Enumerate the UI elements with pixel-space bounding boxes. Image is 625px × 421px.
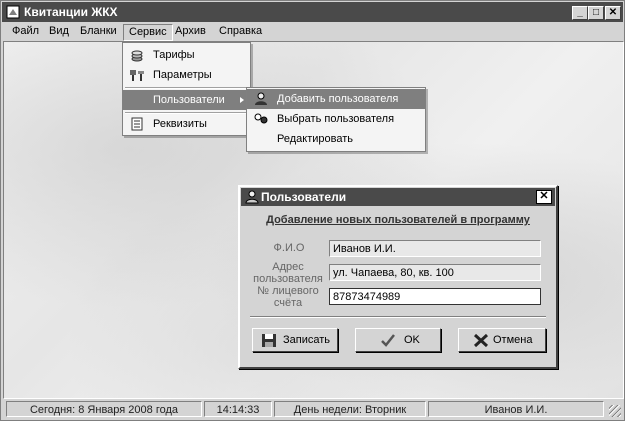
menu-view[interactable]: Вид	[47, 25, 71, 37]
main-window: Квитанции ЖКХ _ □ ✕ Файл Вид Бланки Серв…	[0, 0, 625, 421]
ok-button-label: OK	[404, 334, 420, 346]
menu-item-label: Добавить пользователя	[277, 93, 399, 105]
menu-item-add-user[interactable]: Добавить пользователя	[247, 89, 425, 109]
app-icon	[6, 5, 20, 19]
dialog-separator	[250, 316, 546, 318]
menu-item-label: Реквизиты	[153, 118, 207, 130]
menu-item-label: Выбрать пользователя	[277, 113, 395, 125]
menu-archive[interactable]: Архив	[173, 25, 208, 37]
menu-item-requisites[interactable]: Реквизиты	[123, 114, 250, 134]
ok-button[interactable]: OK	[355, 328, 441, 352]
users-dialog: Пользователи ✕ Добавление новых пользова…	[238, 185, 558, 369]
menu-forms[interactable]: Бланки	[78, 25, 119, 37]
coins-icon	[131, 50, 143, 62]
submenu-arrow-icon	[240, 97, 244, 103]
status-time: 14:14:33	[204, 401, 272, 417]
menu-file[interactable]: Файл	[10, 25, 41, 37]
minimize-button[interactable]: _	[572, 6, 588, 20]
save-button[interactable]: Записать	[252, 328, 338, 352]
menu-item-users[interactable]: Пользователи	[123, 90, 250, 110]
fio-label: Ф.И.О	[273, 242, 305, 254]
menu-item-edit[interactable]: Редактировать	[247, 129, 425, 149]
service-menu: Тарифы Параметры Пользователи Реквизиты	[122, 42, 251, 136]
cancel-button-label: Отмена	[493, 334, 533, 346]
menu-help[interactable]: Справка	[217, 25, 264, 37]
cross-icon	[473, 333, 489, 348]
menu-item-label: Параметры	[153, 69, 212, 81]
account-label: № лицевого счёта	[257, 285, 319, 309]
fio-field[interactable]: Иванов И.И.	[329, 240, 541, 257]
status-bar: Сегодня: 8 Января 2008 года 14:14:33 Ден…	[2, 399, 623, 419]
window-title: Квитанции ЖКХ	[24, 5, 118, 19]
menu-item-label: Тарифы	[153, 49, 195, 61]
dialog-close-button[interactable]: ✕	[536, 190, 552, 204]
users-submenu: Добавить пользователя Выбрать пользовате…	[246, 87, 426, 152]
menu-item-parameters[interactable]: Параметры	[123, 65, 250, 85]
close-button[interactable]: ✕	[605, 6, 621, 20]
address-field[interactable]: ул. Чапаева, 80, кв. 100	[329, 264, 541, 281]
cancel-button[interactable]: Отмена	[458, 328, 546, 352]
menu-separator	[125, 87, 248, 89]
menu-bar: Файл Вид Бланки Сервис Архив Справка	[2, 23, 623, 41]
menu-item-tariffs[interactable]: Тарифы	[123, 45, 250, 65]
dialog-title-bar[interactable]: Пользователи ✕	[241, 188, 555, 206]
dialog-heading: Добавление новых пользователей в програм…	[266, 214, 530, 226]
resize-grip[interactable]	[609, 405, 621, 417]
menu-service[interactable]: Сервис	[123, 24, 173, 41]
user-icon	[245, 190, 259, 204]
menu-item-select-user[interactable]: Выбрать пользователя	[247, 109, 425, 129]
tools-icon	[130, 70, 144, 81]
status-weekday: День недели: Вторник	[274, 401, 426, 417]
add-user-icon	[255, 92, 267, 105]
status-date: Сегодня: 8 Января 2008 года	[6, 401, 202, 417]
checkmark-icon	[381, 334, 395, 347]
status-user: Иванов И.И.	[428, 401, 604, 417]
menu-item-label: Редактировать	[277, 133, 353, 145]
title-bar[interactable]: Квитанции ЖКХ _ □ ✕	[2, 2, 623, 22]
menu-item-label: Пользователи	[153, 94, 225, 106]
maximize-button[interactable]: □	[588, 6, 604, 20]
address-label: Адрес пользователя	[253, 261, 323, 285]
floppy-disk-icon	[262, 334, 276, 347]
dialog-title: Пользователи	[261, 190, 347, 204]
save-button-label: Записать	[283, 334, 331, 346]
users-icon	[254, 113, 268, 124]
notepad-icon	[131, 117, 143, 131]
account-field[interactable]: 87873474989	[329, 288, 541, 305]
